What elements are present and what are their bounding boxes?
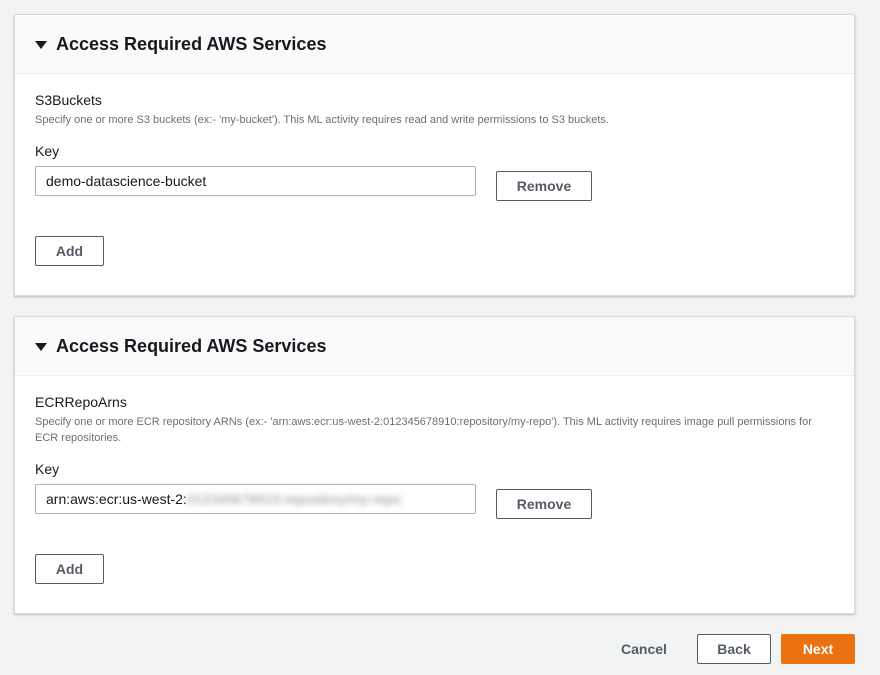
key-label: Key bbox=[35, 143, 60, 159]
remove-button[interactable]: Remove bbox=[496, 171, 592, 201]
redacted-input-value: 012345678910:repository/my-repo bbox=[186, 491, 401, 507]
caret-down-icon[interactable] bbox=[35, 40, 47, 49]
field-label: S3Buckets bbox=[35, 92, 102, 108]
caret-down-icon[interactable] bbox=[35, 342, 47, 351]
input-value: arn:aws:ecr:us-west-2: bbox=[46, 491, 187, 507]
key-label: Key bbox=[35, 461, 60, 477]
cancel-button[interactable]: Cancel bbox=[608, 634, 680, 664]
next-button[interactable]: Next bbox=[781, 634, 855, 664]
field-description: Specify one or more S3 buckets (ex:- 'my… bbox=[35, 114, 609, 126]
panel-title: Access Required AWS Services bbox=[56, 33, 327, 54]
add-button[interactable]: Add bbox=[35, 554, 104, 584]
back-button[interactable]: Back bbox=[697, 634, 771, 664]
s3-bucket-key-input[interactable]: demo-datascience-bucket bbox=[35, 166, 476, 196]
ecr-repo-arns-panel: Access Required AWS Services ECRRepoArns… bbox=[14, 316, 855, 614]
remove-button[interactable]: Remove bbox=[496, 489, 592, 519]
field-label: ECRRepoArns bbox=[35, 394, 127, 410]
s3-buckets-panel: Access Required AWS Services S3Buckets S… bbox=[14, 14, 855, 296]
input-value: demo-datascience-bucket bbox=[46, 173, 207, 189]
field-description: Specify one or more ECR repository ARNs … bbox=[35, 416, 812, 444]
ecr-repo-arn-key-input[interactable]: arn:aws:ecr:us-west-2:012345678910:repos… bbox=[35, 484, 476, 514]
panel-header[interactable]: Access Required AWS Services bbox=[15, 15, 854, 74]
panel-header[interactable]: Access Required AWS Services bbox=[15, 317, 854, 376]
panel-title: Access Required AWS Services bbox=[56, 335, 327, 356]
add-button[interactable]: Add bbox=[35, 236, 104, 266]
